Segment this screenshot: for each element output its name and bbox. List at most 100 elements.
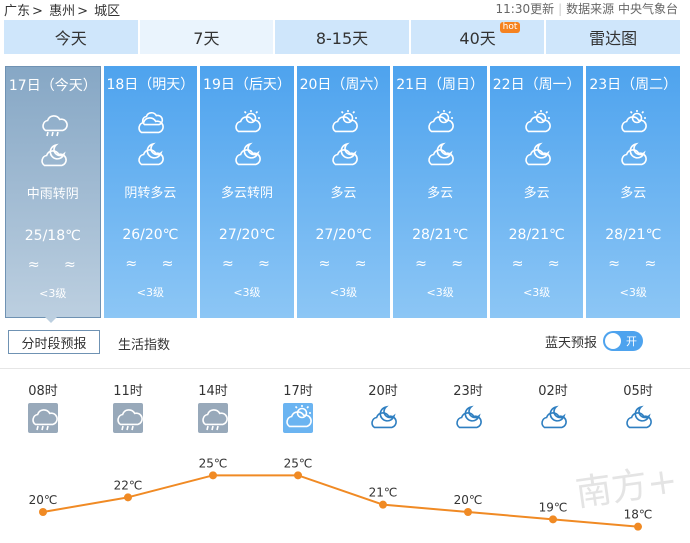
day-temperature: 26/20℃ <box>122 227 179 243</box>
temperature-point <box>549 515 557 524</box>
partly-cloudy-icon <box>522 108 552 142</box>
source-label: 数据来源 <box>566 2 615 16</box>
wind-direction-icon: ≈ ≈ <box>318 256 377 272</box>
hour-time: 20时 <box>368 384 398 399</box>
tab-8-15days[interactable]: 8-15天 <box>275 20 409 54</box>
cloudy-night-icon <box>329 140 359 174</box>
breadcrumb-district[interactable]: 城区 <box>94 4 120 19</box>
wind-level: <3级 <box>523 286 551 299</box>
temperature-point <box>634 522 642 531</box>
cloudy-night-icon <box>608 403 668 433</box>
cloudy-night-icon <box>135 140 165 174</box>
update-meta: 11:30更新 | 数据来源 中央气象台 <box>495 2 679 16</box>
day-date: 18日（明天） <box>106 77 195 93</box>
breadcrumb-province[interactable]: 广东 <box>4 4 30 19</box>
day-temperature: 28/21℃ <box>605 227 662 243</box>
wind-direction-icon: ≈ ≈ <box>221 256 280 272</box>
day-card[interactable]: 22日（周一） 多云 28/21℃ ≈ ≈ <3级 <box>489 66 584 318</box>
forecast-tabs: 今天 7天 8-15天 40天 hot 雷达图 <box>4 20 680 54</box>
partly-cloudy-icon <box>425 108 455 142</box>
breadcrumb: 广东 > 惠州 > 城区 <box>4 4 121 19</box>
hourly-item: 11时 <box>98 380 158 433</box>
hourly-item: 02时 <box>523 380 583 433</box>
temperature-label: 20℃ <box>454 493 483 507</box>
day-card[interactable]: 17日（今天） 中雨转阴 25/18℃ ≈ ≈ <3级 <box>5 66 101 318</box>
selected-day-pointer <box>44 316 58 323</box>
top-bar: 广东 > 惠州 > 城区 11:30更新 | 数据来源 中央气象台 <box>0 0 690 19</box>
cloudy-night-icon <box>438 403 498 433</box>
source-name: 中央气象台 <box>617 2 678 16</box>
hour-time: 02时 <box>538 384 568 399</box>
day-card[interactable]: 20日（周六） 多云 27/20℃ ≈ ≈ <3级 <box>296 66 391 318</box>
hour-time: 23时 <box>453 384 483 399</box>
wind-level: <3级 <box>329 286 358 299</box>
wind-level: <3级 <box>619 286 647 299</box>
cloudy-night-icon <box>38 141 68 175</box>
temperature-point <box>39 508 47 516</box>
tab-today[interactable]: 今天 <box>4 20 138 54</box>
day-temperature: 27/20℃ <box>315 227 372 243</box>
hour-time: 05时 <box>623 384 653 399</box>
day-date: 17日（今天） <box>8 78 97 94</box>
divider <box>0 368 690 369</box>
day-card[interactable]: 19日（后天） 多云转阴 27/20℃ ≈ ≈ <3级 <box>200 66 294 318</box>
day-temperature: 27/20℃ <box>218 227 275 243</box>
cloudy-night-icon <box>353 403 413 433</box>
wind-direction-icon: ≈ ≈ <box>27 257 86 273</box>
tab-hourly-forecast[interactable]: 分时段预报 <box>8 330 100 354</box>
day-date: 23日（周二） <box>589 77 678 93</box>
day-card[interactable]: 18日（明天） 阴转多云 26/20℃ ≈ ≈ <3级 <box>103 66 198 318</box>
day-date: 22日（周一） <box>492 77 581 93</box>
seven-day-forecast: 17日（今天） 中雨转阴 25/18℃ ≈ ≈ <3级 18日（明天） 阴转多云… <box>5 66 681 318</box>
toggle-label: 开 <box>626 335 637 348</box>
hot-badge: hot <box>499 22 521 33</box>
day-date: 19日（后天） <box>203 77 291 93</box>
hourly-item: 20时 <box>353 380 413 433</box>
blue-sky-toggle[interactable]: 开 <box>603 331 643 351</box>
cloudy-night-icon <box>522 140 552 174</box>
tab-7days[interactable]: 7天 <box>139 20 274 54</box>
day-weather-desc: 多云 <box>330 186 357 201</box>
hour-time: 08时 <box>28 384 58 399</box>
wind-level: <3级 <box>136 286 164 299</box>
wind-direction-icon: ≈ ≈ <box>511 256 570 272</box>
cloudy-night-icon <box>618 140 648 174</box>
tab-life-index[interactable]: 生活指数 <box>118 334 170 353</box>
breadcrumb-city[interactable]: 惠州 <box>49 4 75 19</box>
day-temperature: 28/21℃ <box>412 227 469 243</box>
temperature-label: 25℃ <box>284 456 313 470</box>
tab-40days[interactable]: 40天 hot <box>410 20 545 54</box>
temperature-label: 19℃ <box>539 500 568 514</box>
hourly-item: 08时 <box>13 380 73 433</box>
temperature-point <box>124 493 132 502</box>
blue-sky-label: 蓝天预报 <box>545 336 598 351</box>
tab-radar[interactable]: 雷达图 <box>546 20 680 54</box>
rain-icon <box>183 403 243 433</box>
partly-cloudy-icon <box>618 108 648 142</box>
day-weather-desc: 多云转阴 <box>220 186 273 201</box>
hourly-item: 23时 <box>438 380 498 433</box>
hour-time: 11时 <box>113 384 143 399</box>
wind-direction-icon: ≈ ≈ <box>608 256 667 272</box>
rain-icon <box>98 403 158 433</box>
cloudy-night-icon <box>232 140 262 174</box>
wind-level: <3级 <box>39 287 67 300</box>
day-date: 20日（周六） <box>299 77 388 93</box>
hourly-item: 17时 <box>268 380 328 433</box>
day-card[interactable]: 23日（周二） 多云 28/21℃ ≈ ≈ <3级 <box>586 66 681 318</box>
temperature-label: 20℃ <box>29 493 58 507</box>
partly-cloudy-icon <box>232 108 262 142</box>
wind-level: <3级 <box>426 286 454 299</box>
temperature-label: 21℃ <box>369 486 398 500</box>
wind-level: <3级 <box>233 286 261 299</box>
day-temperature: 28/21℃ <box>508 227 565 243</box>
temperature-point <box>464 508 472 516</box>
day-weather-desc: 阴转多云 <box>124 186 177 201</box>
temperature-point <box>294 471 302 480</box>
temperature-point <box>209 471 217 480</box>
day-card[interactable]: 21日（周日） 多云 28/21℃ ≈ ≈ <3级 <box>393 66 487 318</box>
toggle-knob <box>605 333 621 349</box>
day-weather-desc: 多云 <box>427 186 454 201</box>
hour-time: 14时 <box>198 384 228 399</box>
hourly-item: 05时 <box>608 380 668 433</box>
